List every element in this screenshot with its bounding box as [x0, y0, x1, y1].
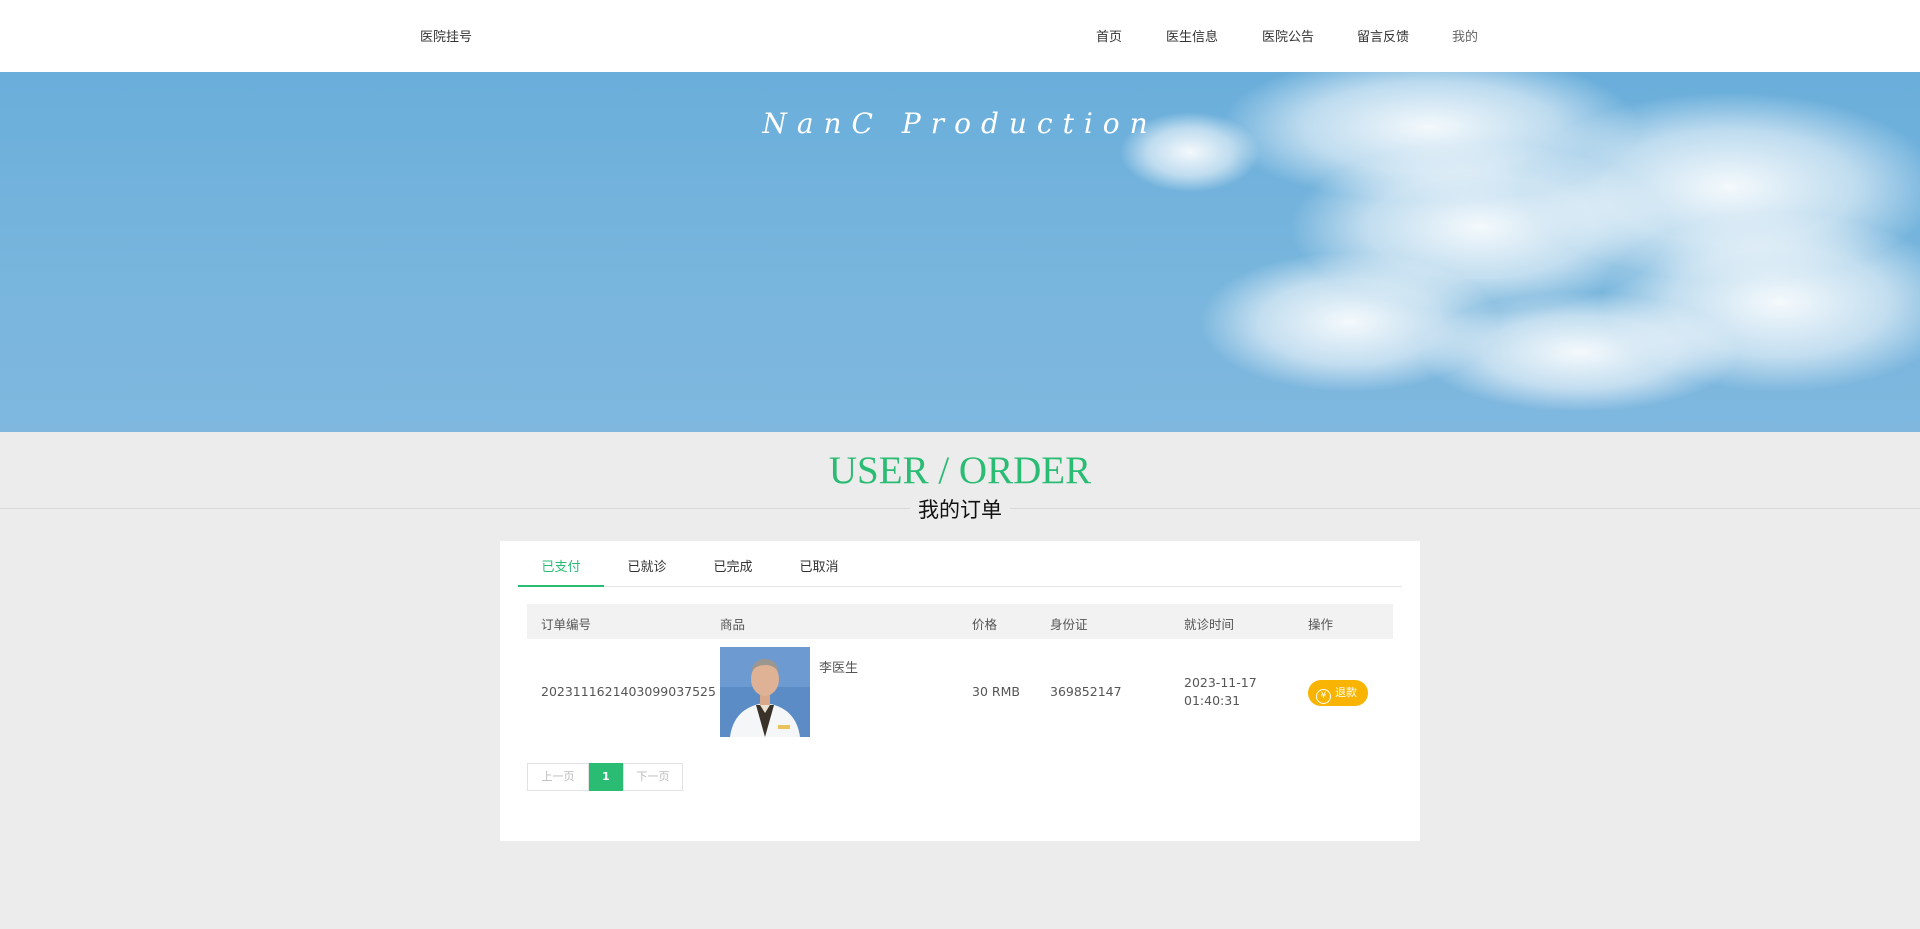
doctor-photo	[720, 647, 810, 737]
visit-time: 01:40:31	[1184, 693, 1241, 708]
col-price: 价格	[972, 617, 998, 632]
order-price: 30 RMB	[972, 684, 1020, 699]
pagination: 上一页 1 下一页	[527, 763, 683, 791]
current-page[interactable]: 1	[589, 763, 623, 791]
col-action: 操作	[1308, 617, 1334, 632]
order-tabs: 已支付 已就诊 已完成 已取消	[518, 553, 1402, 587]
table-header: 订单编号 商品 价格 身份证 就诊时间 操作	[527, 604, 1393, 639]
nav-item-feedback[interactable]: 留言反馈	[1357, 26, 1409, 45]
section-subtitle: 我的订单	[910, 498, 1010, 522]
yen-icon: ¥	[1316, 689, 1331, 704]
nav-item-home[interactable]: 首页	[1096, 26, 1122, 45]
banner-title: NanC Production	[762, 107, 1158, 140]
table-row: 2023111621403099037525 李医生 30 RMB 369852…	[527, 639, 1393, 745]
section-subtitle-wrap: 我的订单	[0, 494, 1920, 524]
nav-item-notices[interactable]: 医院公告	[1262, 26, 1314, 45]
order-table: 订单编号 商品 价格 身份证 就诊时间 操作 20231116214030990…	[527, 604, 1393, 745]
tab-cancelled[interactable]: 已取消	[776, 553, 862, 587]
col-visit-time: 就诊时间	[1184, 617, 1235, 632]
refund-button[interactable]: ¥ 退款	[1308, 680, 1368, 706]
nav-item-mine[interactable]: 我的	[1452, 26, 1478, 45]
refund-label: 退款	[1335, 686, 1357, 699]
prev-page-button[interactable]: 上一页	[527, 763, 589, 791]
visit-date: 2023-11-17	[1184, 675, 1257, 690]
tab-paid[interactable]: 已支付	[518, 553, 604, 587]
col-id-card: 身份证	[1050, 617, 1088, 632]
next-page-button[interactable]: 下一页	[623, 763, 683, 791]
order-number: 2023111621403099037525	[541, 684, 716, 699]
doctor-name[interactable]: 李医生	[819, 657, 858, 676]
order-card: 已支付 已就诊 已完成 已取消 订单编号 商品 价格 身份证 就诊时间 操作 2…	[500, 541, 1420, 841]
top-navbar: 医院挂号 首页 医生信息 医院公告 留言反馈 我的	[0, 0, 1920, 72]
nav-item-doctors[interactable]: 医生信息	[1166, 26, 1218, 45]
section-title: USER / ORDER	[828, 449, 1092, 492]
id-card-number: 369852147	[1050, 684, 1122, 699]
hero-banner: NanC Production	[0, 72, 1920, 432]
col-order-no: 订单编号	[541, 617, 592, 632]
main-nav: 首页 医生信息 医院公告 留言反馈 我的	[0, 26, 1920, 46]
col-product: 商品	[720, 617, 746, 632]
tab-visited[interactable]: 已就诊	[604, 553, 690, 587]
tab-completed[interactable]: 已完成	[690, 553, 776, 587]
